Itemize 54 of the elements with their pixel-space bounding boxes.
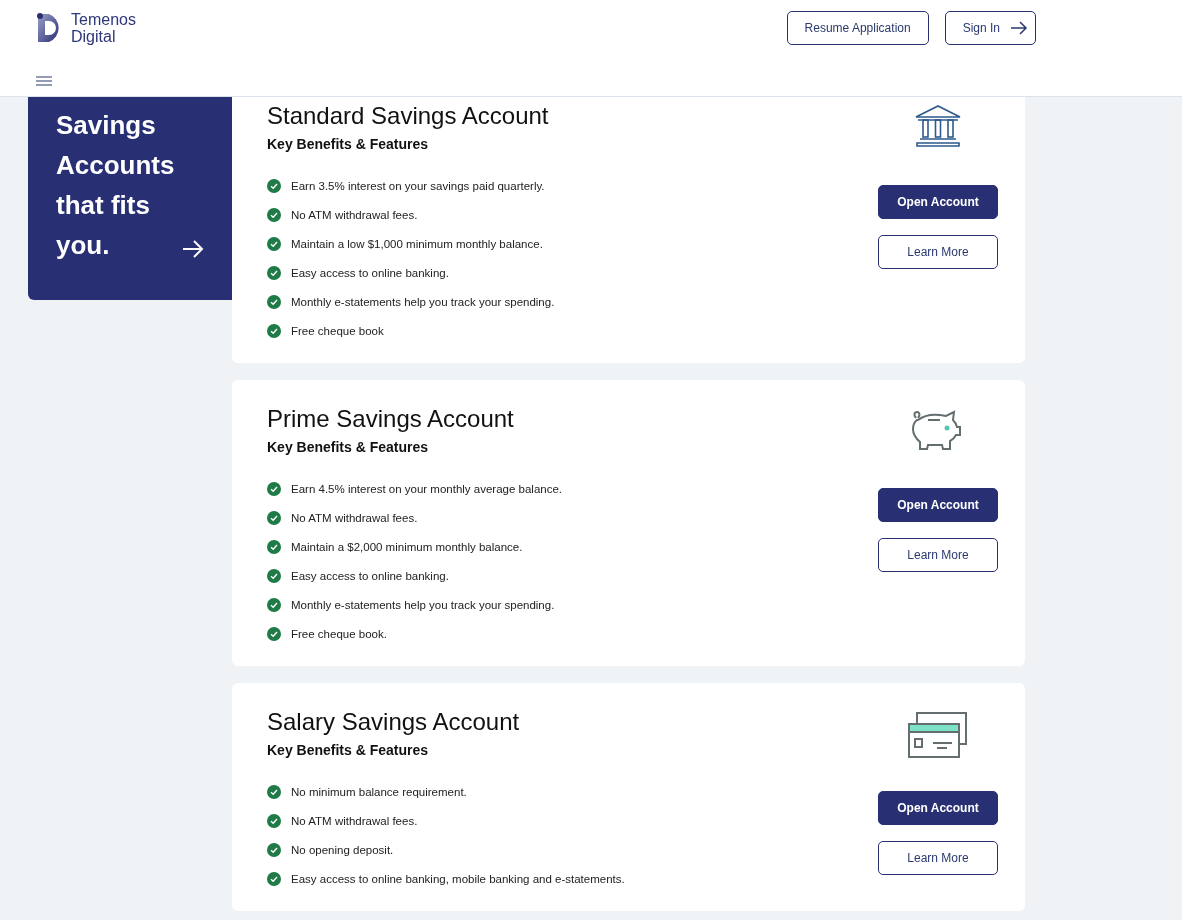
feature-text: Earn 4.5% interest on your monthly average balance. bbox=[291, 482, 563, 495]
logo-text: Temenos bbox=[71, 11, 136, 28]
account-title: Prime Savings Account bbox=[267, 404, 515, 434]
arrow-icon[interactable] bbox=[182, 239, 204, 259]
check-icon bbox=[267, 842, 281, 857]
feature-text: Maintain a low $1,000 minimum monthly balance. bbox=[291, 237, 543, 250]
account-subtitle: Key Benefits & Features bbox=[267, 438, 430, 457]
credit-cards-icon bbox=[908, 711, 968, 759]
feature-text: No minimum balance requirement. bbox=[291, 785, 467, 798]
account-title: Salary Savings Account bbox=[267, 707, 521, 737]
feature-text: Free cheque book. bbox=[291, 627, 387, 640]
feature-text: Easy access to online banking. bbox=[291, 569, 449, 582]
open-account-button[interactable]: Open Account bbox=[878, 488, 998, 522]
check-icon bbox=[267, 871, 281, 886]
feature-text: Free cheque book bbox=[291, 324, 384, 337]
check-icon bbox=[267, 813, 281, 828]
account-title: Standard Savings Account bbox=[267, 101, 550, 131]
check-icon bbox=[267, 207, 281, 222]
check-icon bbox=[267, 784, 281, 799]
check-icon bbox=[267, 481, 281, 496]
sign-in-button[interactable]: Sign In bbox=[944, 11, 1036, 45]
check-icon bbox=[267, 265, 281, 280]
check-icon bbox=[267, 294, 281, 309]
bank-icon bbox=[915, 105, 961, 147]
check-icon bbox=[267, 236, 281, 251]
check-icon bbox=[267, 539, 281, 554]
open-account-button[interactable]: Open Account bbox=[878, 791, 998, 825]
feature-text: Monthly e-statements help you track your spending. bbox=[291, 295, 555, 308]
feature-text: No ATM withdrawal fees. bbox=[291, 511, 418, 524]
arrow-icon bbox=[1010, 21, 1028, 35]
feature-text: Earn 3.5% interest on your savings paid quarterly. bbox=[291, 179, 545, 192]
learn-more-button[interactable]: Learn More bbox=[878, 538, 998, 572]
feature-text: Easy access to online banking, mobile banking and e-statements. bbox=[291, 872, 625, 885]
check-icon bbox=[267, 510, 281, 525]
open-account-button[interactable]: Open Account bbox=[878, 185, 998, 219]
logo-text: Digital bbox=[71, 28, 117, 45]
check-icon bbox=[267, 568, 281, 583]
hero-title: Savings Accounts that fits you. bbox=[56, 109, 176, 262]
account-subtitle: Key Benefits & Features bbox=[267, 741, 430, 760]
feature-text: No ATM withdrawal fees. bbox=[291, 814, 418, 827]
check-icon bbox=[267, 323, 281, 338]
feature-text: No ATM withdrawal fees. bbox=[291, 208, 418, 221]
check-icon bbox=[267, 626, 281, 641]
menu-icon[interactable] bbox=[36, 76, 52, 86]
resume-application-button[interactable]: Resume Application bbox=[786, 11, 929, 45]
account-subtitle: Key Benefits & Features bbox=[267, 135, 430, 154]
feature-text: Easy access to online banking. bbox=[291, 266, 449, 279]
learn-more-button[interactable]: Learn More bbox=[878, 235, 998, 269]
check-icon bbox=[267, 178, 281, 193]
check-icon bbox=[267, 597, 281, 612]
feature-text: Maintain a $2,000 minimum monthly balance. bbox=[291, 540, 523, 553]
feature-text: No opening deposit. bbox=[291, 843, 394, 856]
feature-text: Monthly e-statements help you track your spending. bbox=[291, 598, 555, 611]
learn-more-button[interactable]: Learn More bbox=[878, 841, 998, 875]
